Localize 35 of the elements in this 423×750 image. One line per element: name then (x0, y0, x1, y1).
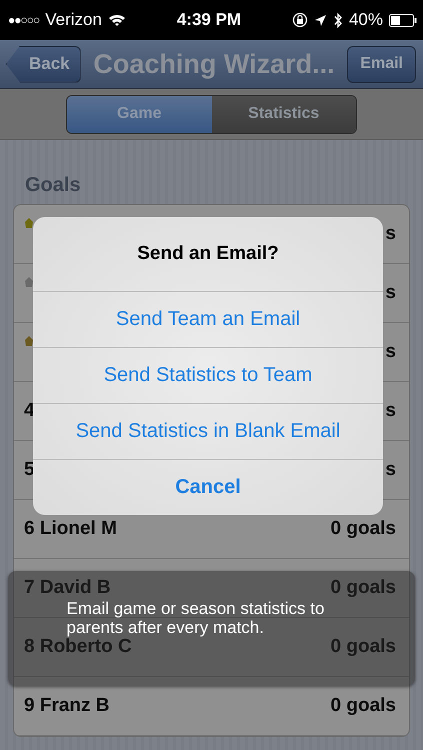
goal-count: s (385, 400, 396, 422)
bluetooth-icon (332, 12, 343, 28)
status-time: 4:39 PM (176, 10, 242, 30)
player-name: 8 Roberto C (24, 636, 132, 658)
battery-icon (388, 14, 417, 26)
player-name: 6 Lionel M (24, 518, 117, 540)
alert-option[interactable]: Send Team an Email (33, 291, 383, 347)
goal-count: 0 goals (330, 577, 396, 599)
goal-count: s (385, 341, 396, 363)
carrier-name: Verizon (45, 10, 102, 30)
goal-count: s (385, 282, 396, 304)
player-name: 4 (24, 400, 35, 422)
goal-count: 0 goals (330, 518, 396, 540)
signal-dots: ●●○○○ (8, 13, 40, 27)
goal-count: s (385, 459, 396, 481)
goal-count: 0 goals (330, 695, 396, 717)
player-name: 9 Franz B (24, 695, 110, 717)
player-name: 7 David B (24, 577, 111, 599)
rotation-lock-icon (292, 12, 308, 28)
cancel-button[interactable]: Cancel (33, 459, 383, 515)
back-button[interactable]: Back (6, 46, 81, 82)
battery-percent: 40% (348, 10, 383, 30)
goal-count: s (385, 223, 396, 245)
alert-option[interactable]: Send Statistics to Team (33, 347, 383, 403)
alert-option[interactable]: Send Statistics in Blank Email (33, 403, 383, 459)
caption-text: Email game or season statistics to parents after every match. (66, 599, 326, 637)
email-button[interactable]: Email (347, 46, 416, 82)
screen-title: Coaching Wizard... (93, 48, 335, 80)
wifi-icon (108, 13, 126, 27)
segment-tab[interactable]: Statistics (212, 96, 356, 132)
segment-tab[interactable]: Game (67, 96, 212, 132)
location-arrow-icon (314, 14, 327, 26)
alert-title: Send an Email? (136, 242, 280, 266)
section-header: Goals (24, 173, 82, 198)
goal-count: 0 goals (330, 636, 396, 658)
